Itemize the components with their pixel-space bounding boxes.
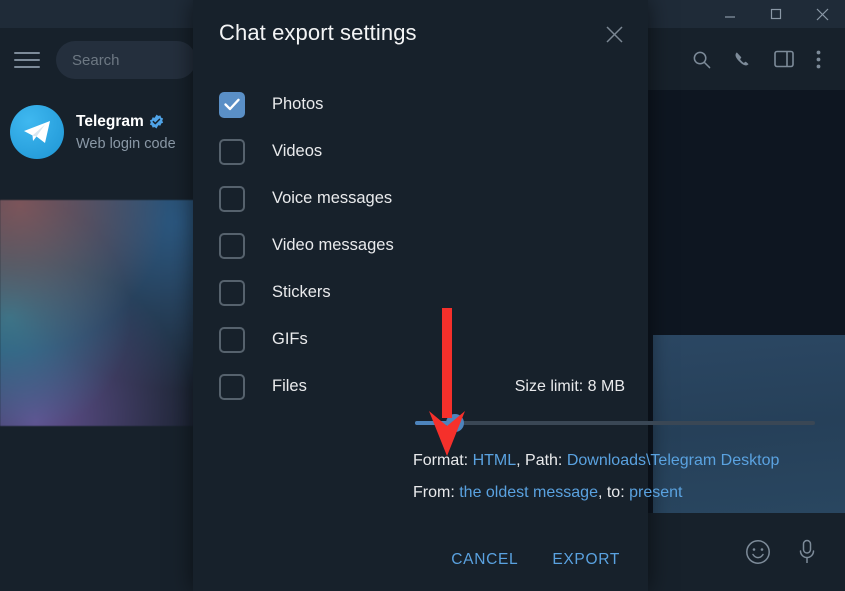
close-icon[interactable] — [600, 20, 628, 48]
option-label: Stickers — [272, 283, 331, 301]
path-value-link[interactable]: Downloads\Telegram Desktop — [567, 452, 780, 469]
verified-icon — [149, 114, 164, 129]
option-row-video-messages[interactable]: Video messages — [219, 222, 625, 269]
option-label: Videos — [272, 142, 323, 160]
list-item[interactable]: Telegram Web login code — [0, 92, 196, 172]
chat-meta: Telegram Web login code — [76, 113, 176, 152]
size-limit-slider[interactable] — [415, 414, 815, 432]
path-prefix: , Path: — [516, 452, 567, 469]
minimize-icon[interactable] — [707, 0, 753, 28]
cancel-button[interactable]: CANCEL — [447, 545, 522, 575]
chat-export-settings-dialog: Chat export settings Photos Videos Voice… — [193, 0, 815, 591]
format-value-link[interactable]: HTML — [473, 452, 517, 469]
checkbox-icon[interactable] — [219, 232, 245, 259]
option-row-voice-messages[interactable]: Voice messages — [219, 175, 625, 222]
option-row-gifs[interactable]: GIFs — [219, 316, 625, 363]
export-options-list: Photos Videos Voice messages Video messa… — [219, 81, 625, 410]
to-value-link[interactable]: present — [629, 484, 682, 501]
checkbox-icon[interactable] — [219, 279, 245, 306]
option-label: Files — [272, 377, 307, 395]
format-path-line: Format: HTML, Path: Downloads\Telegram D… — [413, 452, 833, 470]
chat-title-text: Telegram — [76, 112, 144, 130]
microphone-icon[interactable] — [797, 539, 817, 565]
date-range-line: From: the oldest message, to: present — [413, 484, 833, 502]
slider-handle[interactable] — [446, 414, 464, 432]
checkbox-icon[interactable] — [219, 138, 245, 165]
chat-wallpaper-left — [0, 200, 196, 426]
to-prefix: , to: — [597, 484, 630, 501]
option-label: Video messages — [272, 236, 394, 254]
chat-title: Telegram — [76, 113, 176, 131]
search-placeholder: Search — [72, 51, 120, 69]
message-composer — [648, 513, 845, 591]
checkbox-icon[interactable] — [219, 373, 245, 400]
from-prefix: From: — [413, 484, 460, 501]
page-title: Chat export settings — [219, 20, 417, 45]
checkbox-checked-icon[interactable] — [219, 91, 245, 118]
format-prefix: Format: — [413, 452, 473, 469]
option-label: GIFs — [272, 330, 308, 348]
from-value-link[interactable]: the oldest message — [459, 484, 598, 501]
checkbox-icon[interactable] — [219, 326, 245, 353]
search-icon[interactable] — [692, 50, 711, 69]
export-info: Format: HTML, Path: Downloads\Telegram D… — [413, 452, 833, 516]
option-label: Photos — [272, 95, 324, 113]
dialog-actions: CANCEL EXPORT — [447, 545, 624, 575]
option-row-photos[interactable]: Photos — [219, 81, 625, 128]
split-view-icon[interactable] — [774, 50, 794, 68]
checkbox-icon[interactable] — [219, 185, 245, 212]
option-row-stickers[interactable]: Stickers — [219, 269, 625, 316]
more-vertical-icon[interactable] — [816, 50, 821, 69]
slider-track — [415, 421, 815, 425]
sidebar: Search Telegram Web login code — [0, 28, 196, 591]
window-controls — [707, 0, 845, 28]
avatar — [10, 105, 64, 159]
hamburger-menu-icon[interactable] — [14, 48, 44, 72]
phone-icon[interactable] — [733, 50, 752, 69]
telegram-desktop-window: Search Telegram Web login code Chat expo… — [0, 0, 845, 591]
emoji-icon[interactable] — [745, 539, 771, 565]
size-limit-label: Size limit: 8 MB — [514, 377, 625, 395]
option-row-videos[interactable]: Videos — [219, 128, 625, 175]
option-row-files[interactable]: Files Size limit: 8 MB — [219, 363, 625, 410]
chat-pane-header — [648, 28, 845, 90]
maximize-icon[interactable] — [753, 0, 799, 28]
export-button[interactable]: EXPORT — [548, 545, 624, 575]
search-input[interactable]: Search — [56, 41, 196, 79]
close-icon[interactable] — [799, 0, 845, 28]
option-label: Voice messages — [272, 189, 393, 207]
list-item-preview: Web login code — [76, 135, 176, 152]
dialog-header: Chat export settings — [193, 0, 648, 66]
sidebar-header: Search — [0, 28, 196, 92]
